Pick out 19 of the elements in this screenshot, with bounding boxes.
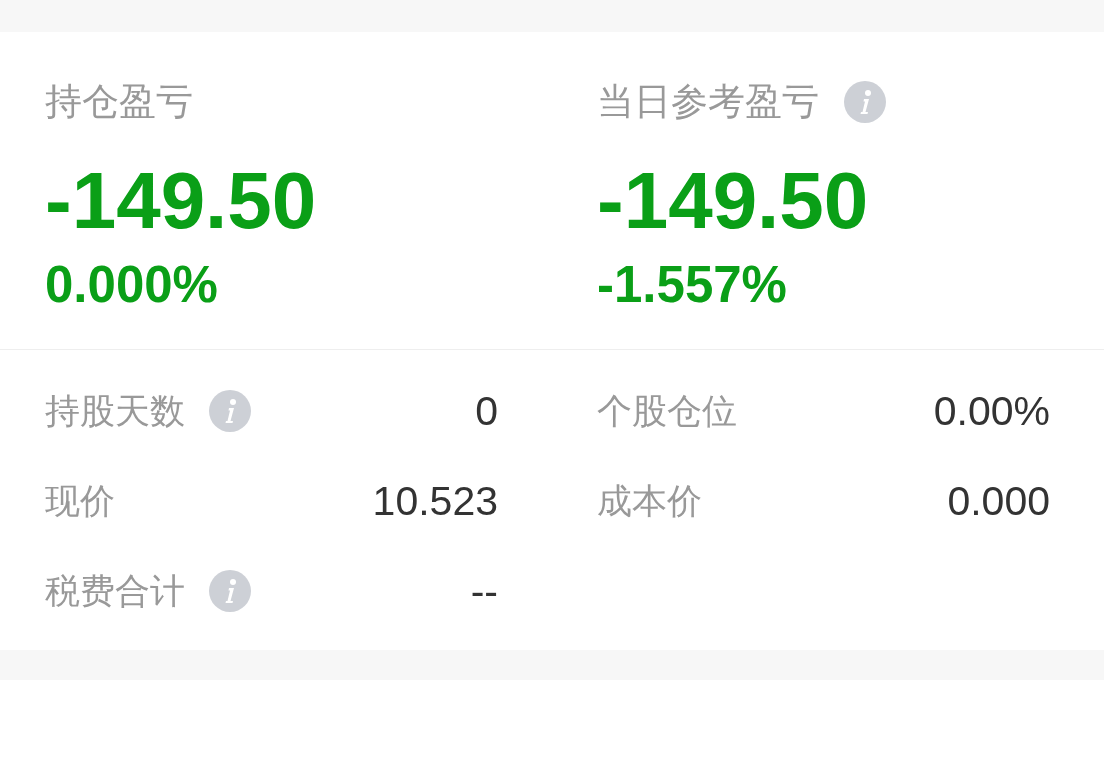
info-icon[interactable] (209, 570, 251, 612)
info-icon[interactable] (844, 81, 886, 123)
profit-loss-value: -149.50 (597, 161, 870, 241)
detail-label: 个股仓位 (597, 390, 737, 432)
detail-label: 现价 (45, 480, 115, 522)
detail-label: 持股天数 (45, 390, 185, 432)
detail-label: 成本价 (597, 480, 702, 522)
summary-label: 持仓盈亏 (45, 80, 193, 124)
detail-label: 税费合计 (45, 570, 185, 612)
summary-label: 当日参考盈亏 (597, 80, 819, 124)
info-icon[interactable] (209, 390, 251, 432)
detail-value: -- (470, 567, 498, 615)
profit-loss-value: -149.50 (45, 161, 318, 241)
detail-value: 0.000 (947, 477, 1050, 525)
detail-value: 0 (475, 387, 498, 435)
profit-loss-percent: 0.000% (45, 255, 219, 315)
profit-loss-percent: -1.557% (597, 255, 788, 315)
detail-value: 0.00% (933, 387, 1050, 435)
detail-value: 10.523 (372, 477, 498, 525)
